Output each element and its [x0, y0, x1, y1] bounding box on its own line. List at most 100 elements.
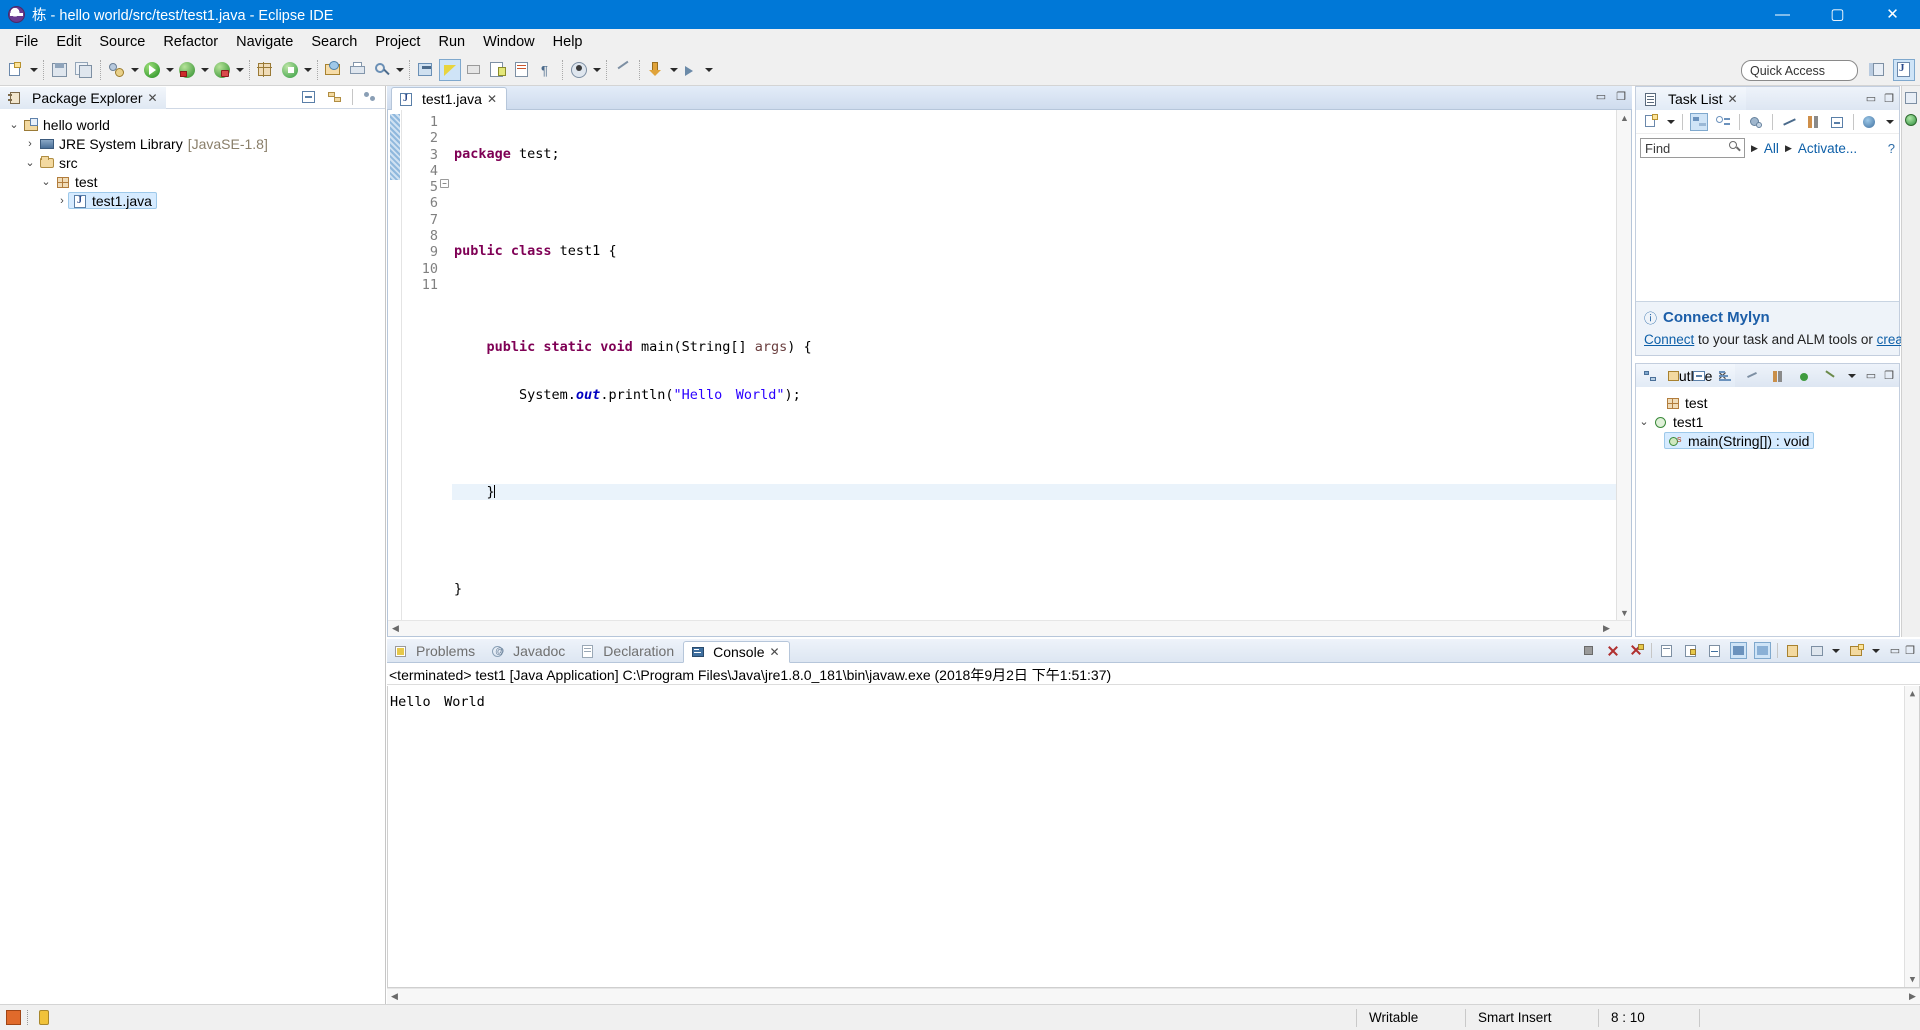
delete-task-icon[interactable]: [1780, 113, 1798, 131]
lightbulb-icon[interactable]: [39, 1010, 49, 1025]
debug-dropdown-icon[interactable]: [199, 59, 210, 81]
collapse-expand-icon[interactable]: [1804, 113, 1822, 131]
outline-view-menu-icon[interactable]: [1847, 368, 1858, 384]
next-annotation-icon[interactable]: [487, 59, 509, 81]
sort-outline-icon[interactable]: [1718, 368, 1734, 384]
outline-item-main-method[interactable]: s main(String[]) : void: [1636, 431, 1899, 450]
open-console-icon[interactable]: [1848, 642, 1865, 659]
scroll-up-icon[interactable]: ▲: [1617, 110, 1631, 125]
editor-tab-close-icon[interactable]: ✕: [487, 92, 497, 106]
pin-icon[interactable]: [612, 59, 634, 81]
search-dropdown-icon[interactable]: [394, 59, 405, 81]
link-with-editor-icon[interactable]: [327, 89, 343, 105]
terminate-icon[interactable]: [1580, 642, 1597, 659]
globe-icon[interactable]: [1903, 112, 1919, 128]
new-package-dropdown-icon[interactable]: [302, 59, 313, 81]
word-wrap-icon[interactable]: [1706, 642, 1723, 659]
last-edit-location-icon[interactable]: [415, 59, 437, 81]
hide-nonpublic-icon[interactable]: [1796, 368, 1812, 384]
scroll-left-icon[interactable]: ◀: [388, 621, 403, 636]
task-list-minimize-icon[interactable]: ▭: [1866, 92, 1876, 105]
scroll-down-icon[interactable]: ▼: [1617, 605, 1631, 620]
tab-console[interactable]: Console ✕: [683, 641, 790, 663]
display-selected-console-icon[interactable]: [1808, 642, 1825, 659]
console-tab-close-icon[interactable]: ✕: [770, 645, 780, 659]
toggle-markoccurrences-icon[interactable]: [439, 59, 461, 81]
new-task-icon[interactable]: [1643, 113, 1660, 130]
java-perspective-icon[interactable]: J: [1893, 59, 1915, 81]
tab-problems[interactable]: Problems: [387, 640, 484, 662]
task-list-close-icon[interactable]: ✕: [1727, 92, 1737, 106]
filter-all-link[interactable]: All: [1764, 141, 1779, 156]
scheduled-view-icon[interactable]: [1714, 113, 1732, 131]
menu-edit[interactable]: Edit: [47, 31, 90, 53]
task-find-input[interactable]: Find: [1640, 138, 1745, 158]
new-java-project-icon[interactable]: [255, 59, 277, 81]
console-vertical-scrollbar[interactable]: ▲ ▼: [1904, 686, 1919, 987]
editor-tab-test1-java[interactable]: test1.java ✕: [391, 87, 507, 110]
task-view-menu-icon[interactable]: [1884, 113, 1895, 131]
editor-minimize-icon[interactable]: ▭: [1596, 90, 1606, 103]
help-icon[interactable]: ?: [1888, 141, 1895, 156]
find-search-icon[interactable]: [1729, 141, 1741, 153]
chevron-down-icon[interactable]: ⌄: [1636, 415, 1652, 428]
hide-static-icon[interactable]: [1770, 368, 1786, 384]
view-menu-icon[interactable]: [362, 89, 378, 105]
tree-item-jre-system-library[interactable]: › JRE System Library [JavaSE-1.8]: [0, 134, 385, 153]
coverage-dropdown-icon[interactable]: [234, 59, 245, 81]
build-dropdown-icon[interactable]: [129, 59, 140, 81]
save-icon[interactable]: [49, 59, 71, 81]
forward-nav-dropdown-icon[interactable]: [703, 59, 714, 81]
tree-item-test-package[interactable]: ⌄ test: [0, 172, 385, 191]
chevron-down-icon[interactable]: ⌄: [38, 175, 54, 188]
quick-access-input[interactable]: Quick Access: [1741, 60, 1858, 81]
restore-views-icon[interactable]: [1903, 90, 1919, 106]
package-explorer-tab[interactable]: Package Explorer ✕: [0, 85, 166, 109]
open-type-icon[interactable]: [323, 59, 345, 81]
focus-on-workweek-icon[interactable]: [1747, 113, 1765, 131]
skip-breakpoints-icon[interactable]: [463, 59, 485, 81]
collapse-all-icon[interactable]: [301, 89, 317, 105]
outline-minimize-icon[interactable]: ▭: [1866, 369, 1876, 382]
filter-activate-arrow-icon[interactable]: ▶: [1785, 143, 1792, 154]
remove-launch-icon[interactable]: [1604, 642, 1621, 659]
show-console-on-error-icon[interactable]: [1753, 642, 1771, 659]
console-scroll-up-icon[interactable]: ▲: [1905, 686, 1920, 701]
new-wizard-dropdown-icon[interactable]: [28, 59, 39, 81]
new-wizard-icon[interactable]: [5, 59, 27, 81]
save-all-icon[interactable]: [73, 59, 95, 81]
tree-item-hello-world[interactable]: ⌄ hello world: [0, 115, 385, 134]
folding-column[interactable]: −: [438, 110, 452, 636]
categorized-view-icon[interactable]: [1690, 112, 1708, 131]
search-icon[interactable]: [371, 59, 393, 81]
collapse-all-outline-icon[interactable]: [1692, 368, 1708, 384]
new-task-dropdown-icon[interactable]: [1665, 113, 1676, 130]
menu-source[interactable]: Source: [90, 31, 154, 53]
chevron-down-icon[interactable]: ⌄: [6, 118, 22, 131]
connect-link[interactable]: Connect: [1644, 332, 1694, 347]
console-scroll-down-icon[interactable]: ▼: [1905, 972, 1920, 987]
console-scroll-right-icon[interactable]: ▶: [1905, 989, 1920, 1004]
remove-all-launches-icon[interactable]: [1628, 642, 1645, 659]
feed-icon[interactable]: [6, 1010, 21, 1025]
chevron-down-icon[interactable]: ⌄: [22, 156, 38, 169]
hide-fields-icon[interactable]: [1744, 368, 1760, 384]
download-dropdown-icon[interactable]: [668, 59, 679, 81]
show-console-on-output-icon[interactable]: [1729, 642, 1747, 659]
user-dropdown-icon[interactable]: [591, 59, 602, 81]
menu-window[interactable]: Window: [474, 31, 544, 53]
tab-javadoc[interactable]: @ Javadoc: [484, 640, 574, 662]
menu-project[interactable]: Project: [366, 31, 429, 53]
print-icon[interactable]: [347, 59, 369, 81]
build-icon[interactable]: [106, 59, 128, 81]
fold-collapse-icon[interactable]: −: [440, 179, 449, 188]
editor-maximize-icon[interactable]: ❐: [1616, 90, 1626, 103]
menu-file[interactable]: File: [6, 31, 47, 53]
filter-all-arrow-icon[interactable]: ▶: [1751, 143, 1758, 154]
new-package-icon[interactable]: [279, 59, 301, 81]
menu-refactor[interactable]: Refactor: [154, 31, 227, 53]
synchronize-icon[interactable]: [1861, 113, 1879, 131]
maximize-button[interactable]: ▢: [1810, 0, 1865, 29]
editor-horizontal-scrollbar[interactable]: ◀ ▶: [388, 620, 1631, 636]
console-maximize-icon[interactable]: ❐: [1905, 644, 1915, 657]
